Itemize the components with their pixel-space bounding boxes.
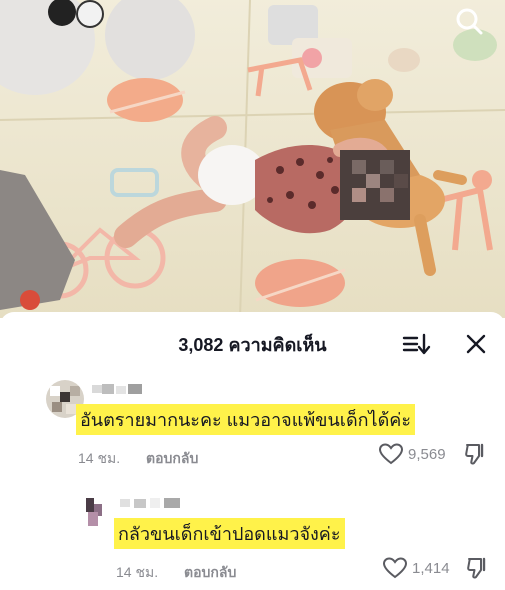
heart-outline-icon (378, 443, 404, 465)
dislike-button[interactable] (466, 556, 488, 580)
username-blur-graphic (92, 384, 142, 394)
comments-header: 3,082 ความคิดเห็น (0, 312, 505, 370)
search-button[interactable] (452, 4, 486, 38)
avatar-blurred-icon (82, 494, 108, 532)
comment-item: อันตรายมากนะคะ แมวอาจแพ้ขนเด็กได้ค่ะ 14 … (0, 374, 505, 474)
like-count: 9,569 (408, 446, 446, 463)
username-blurred[interactable] (120, 496, 182, 510)
comment-text: กลัวขนเด็กเข้าปอดแมวจังค่ะ (114, 518, 345, 549)
comments-sheet: 3,082 ความคิดเห็น อันตรายมากนะคะ แมวอาจแ… (0, 312, 505, 590)
thumbs-down-icon (467, 557, 486, 579)
baby-and-cat-photo (0, 0, 505, 318)
like-count: 1,414 (412, 560, 450, 577)
reply-button[interactable]: ตอบกลับ (146, 448, 198, 470)
comment-count-label: ความคิดเห็น (228, 335, 327, 355)
comment-text: อันตรายมากนะคะ แมวอาจแพ้ขนเด็กได้ค่ะ (76, 404, 415, 435)
avatar[interactable] (82, 494, 108, 532)
comment-timestamp: 14 ชม. (116, 564, 159, 580)
dislike-button[interactable] (464, 442, 486, 466)
username-blurred[interactable] (92, 382, 148, 396)
comment-count: 3,082 (178, 335, 224, 355)
thumbs-down-icon (465, 443, 484, 465)
sort-button[interactable] (400, 330, 432, 358)
comment-timestamp: 14 ชม. (78, 450, 121, 466)
search-icon (456, 8, 483, 35)
username-blur-graphic (120, 498, 180, 508)
blurred-face (340, 150, 410, 220)
heart-outline-icon (382, 557, 408, 579)
sort-icon (402, 333, 431, 355)
close-icon (466, 334, 486, 354)
like-button[interactable] (378, 442, 404, 466)
reply-button[interactable]: ตอบกลับ (184, 562, 236, 584)
comment-item: กลัวขนเด็กเข้าปอดแมวจังค่ะ 14 ชม. ตอบกลั… (0, 488, 505, 588)
video-photo[interactable] (0, 0, 505, 318)
close-button[interactable] (462, 330, 490, 358)
like-button[interactable] (382, 556, 408, 580)
